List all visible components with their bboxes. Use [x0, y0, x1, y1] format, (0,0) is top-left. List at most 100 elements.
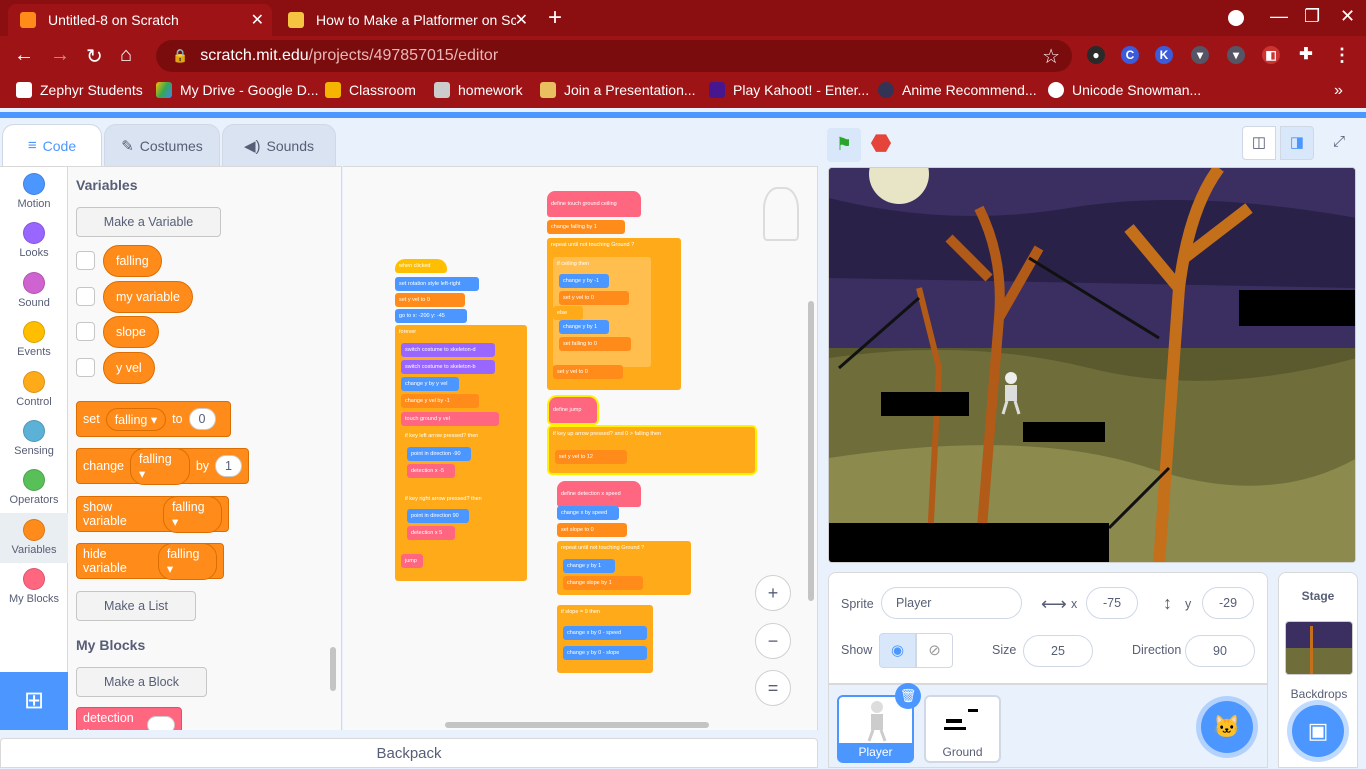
script-block[interactable]: change y by 1	[563, 559, 615, 573]
if-block[interactable]: if key left arrow pressed? then	[401, 429, 523, 443]
extension-shield2-icon[interactable]: ▾	[1227, 46, 1245, 64]
sprite-name-input[interactable]: Player	[881, 587, 1022, 619]
code-workspace[interactable]: when clicked set rotation style left-rig…	[343, 166, 818, 730]
stage-selector[interactable]: Stage Backdrops ▣	[1278, 572, 1358, 768]
normal-stage-icon[interactable]: ◨	[1280, 126, 1314, 160]
script-block[interactable]: change y by 1	[559, 320, 609, 334]
bookmark-drive[interactable]: My Drive - Google D...	[156, 82, 318, 98]
show-visible-eye-icon[interactable]: ◉	[879, 633, 916, 668]
address-bar[interactable]: 🔒 scratch.mit.edu /projects/497857015/ed…	[156, 40, 1072, 72]
add-extension-icon[interactable]: ⊞	[0, 672, 68, 730]
bookmark-anime[interactable]: Anime Recommend...	[878, 82, 1037, 98]
category-my-blocks[interactable]: My Blocks	[0, 568, 68, 605]
y-input[interactable]: -29	[1202, 587, 1254, 619]
zoom-in-icon[interactable]: +	[755, 575, 791, 611]
bookmark-homework[interactable]: homework	[434, 82, 523, 98]
script-block[interactable]: set y vel to 0	[553, 365, 623, 379]
script-block[interactable]: go to x: -200 y: -45	[395, 309, 467, 323]
script-block[interactable]: set rotation style left-right	[395, 277, 479, 291]
define-block[interactable]: define touch ground ceiling	[547, 191, 641, 217]
x-input[interactable]: -75	[1086, 587, 1138, 619]
backpack[interactable]: Backpack	[0, 738, 818, 768]
variable-dropdown[interactable]: falling ▾	[105, 407, 167, 431]
extension-icon[interactable]: ●	[1087, 46, 1105, 64]
browser-tab-platformer[interactable]: How to Make a Platformer on Sc ✕	[276, 4, 536, 36]
zoom-out-icon[interactable]: −	[755, 623, 791, 659]
forward-icon[interactable]: →	[50, 44, 70, 67]
zoom-reset-icon[interactable]: =	[755, 670, 791, 706]
reporter-slope[interactable]: slope	[103, 316, 159, 348]
hide-variable-block[interactable]: hide variable falling ▾	[76, 542, 224, 580]
category-operators[interactable]: Operators	[0, 469, 68, 506]
reload-icon[interactable]: ↻	[86, 44, 103, 69]
bookmark-snowman[interactable]: Unicode Snowman...	[1048, 82, 1201, 98]
stage-canvas[interactable]	[828, 167, 1356, 563]
script-block[interactable]: change y by 0 - slope	[563, 646, 647, 660]
category-variables[interactable]: Variables	[0, 513, 68, 563]
show-variable-block[interactable]: show variable falling ▾	[76, 495, 229, 533]
close-tab-icon[interactable]: ✕	[515, 10, 528, 30]
variable-dropdown[interactable]: falling ▾	[162, 495, 222, 533]
bookmark-zephyr[interactable]: Zephyr Students	[16, 82, 143, 98]
script-block[interactable]: change slope by 1	[563, 576, 643, 590]
new-tab-icon[interactable]: +	[548, 4, 562, 32]
checkbox-slope[interactable]	[76, 322, 95, 341]
category-looks[interactable]: Looks	[0, 222, 68, 259]
category-sensing[interactable]: Sensing	[0, 420, 68, 457]
script-block[interactable]: set y vel to 0	[559, 291, 629, 305]
workspace-vertical-scrollbar[interactable]	[808, 301, 814, 601]
script-block[interactable]: set y vel to 12	[555, 450, 627, 464]
value-input[interactable]: 0	[188, 408, 216, 430]
define-block[interactable]: define jump	[549, 397, 597, 423]
checkbox-y-vel[interactable]	[76, 358, 95, 377]
script-block[interactable]: point in direction 90	[407, 509, 469, 523]
category-motion[interactable]: Motion	[0, 173, 68, 210]
back-icon[interactable]: ←	[14, 44, 34, 67]
value-input[interactable]: 1	[215, 455, 242, 477]
checkbox-my-variable[interactable]	[76, 287, 95, 306]
make-list-button[interactable]: Make a List	[76, 591, 196, 621]
script-block[interactable]: change falling by 1	[547, 220, 625, 234]
window-close-icon[interactable]: ✕	[1340, 6, 1355, 27]
script-block[interactable]: detection x -5	[407, 464, 455, 478]
category-sound[interactable]: Sound	[0, 272, 68, 309]
show-hidden-eye-icon[interactable]: ⊘	[916, 633, 953, 668]
category-control[interactable]: Control	[0, 371, 68, 408]
size-input[interactable]: 25	[1023, 635, 1093, 667]
change-variable-block[interactable]: change falling ▾ by 1	[76, 447, 249, 485]
bookmark-presentation[interactable]: Join a Presentation...	[540, 82, 696, 98]
define-block[interactable]: define detection x speed	[557, 481, 641, 507]
close-tab-icon[interactable]: ✕	[251, 10, 264, 30]
make-variable-button[interactable]: Make a Variable	[76, 207, 221, 237]
more-bookmarks-icon[interactable]: »	[1334, 82, 1343, 100]
script-block[interactable]: touch ground y vel	[401, 412, 499, 426]
tab-costumes[interactable]: ✎ Costumes	[104, 124, 220, 166]
small-stage-icon[interactable]: ◫	[1242, 126, 1276, 160]
script-block[interactable]: change y by -1	[559, 274, 609, 288]
tab-search-icon[interactable]	[1228, 10, 1244, 26]
home-icon[interactable]: ⌂	[120, 44, 132, 67]
script-block[interactable]: point in direction -90	[407, 447, 471, 461]
delete-sprite-icon[interactable]: 🗑	[895, 683, 921, 709]
extension-k-icon[interactable]: K	[1155, 46, 1173, 64]
green-flag-icon[interactable]: ⚑	[827, 128, 861, 162]
extension-c-icon[interactable]: C	[1121, 46, 1139, 64]
extension-shield-icon[interactable]: ▾	[1191, 46, 1209, 64]
script-block[interactable]: detection x 5	[407, 526, 455, 540]
sprite-tile-ground[interactable]: Ground	[924, 695, 1001, 763]
value-input[interactable]	[147, 716, 175, 730]
workspace-horizontal-scrollbar[interactable]	[445, 722, 709, 728]
script-block[interactable]: set slope to 0	[557, 523, 627, 537]
script-block[interactable]: change x by speed	[557, 506, 619, 520]
restore-icon[interactable]: ❐	[1304, 6, 1320, 27]
reporter-y-vel[interactable]: y vel	[103, 352, 155, 384]
script-block[interactable]: switch costume to skeleton-b	[401, 360, 495, 374]
checkbox-falling[interactable]	[76, 251, 95, 270]
variable-dropdown[interactable]: falling ▾	[130, 447, 190, 485]
script-block[interactable]: set falling to 0	[559, 337, 631, 351]
bookmark-kahoot[interactable]: Play Kahoot! - Enter...	[709, 82, 869, 98]
script-block[interactable]: switch costume to skeleton-d	[401, 343, 495, 357]
palette-scrollbar[interactable]	[330, 647, 336, 691]
tab-code[interactable]: ≡ Code	[2, 124, 102, 166]
minimize-icon[interactable]: —	[1270, 6, 1288, 27]
